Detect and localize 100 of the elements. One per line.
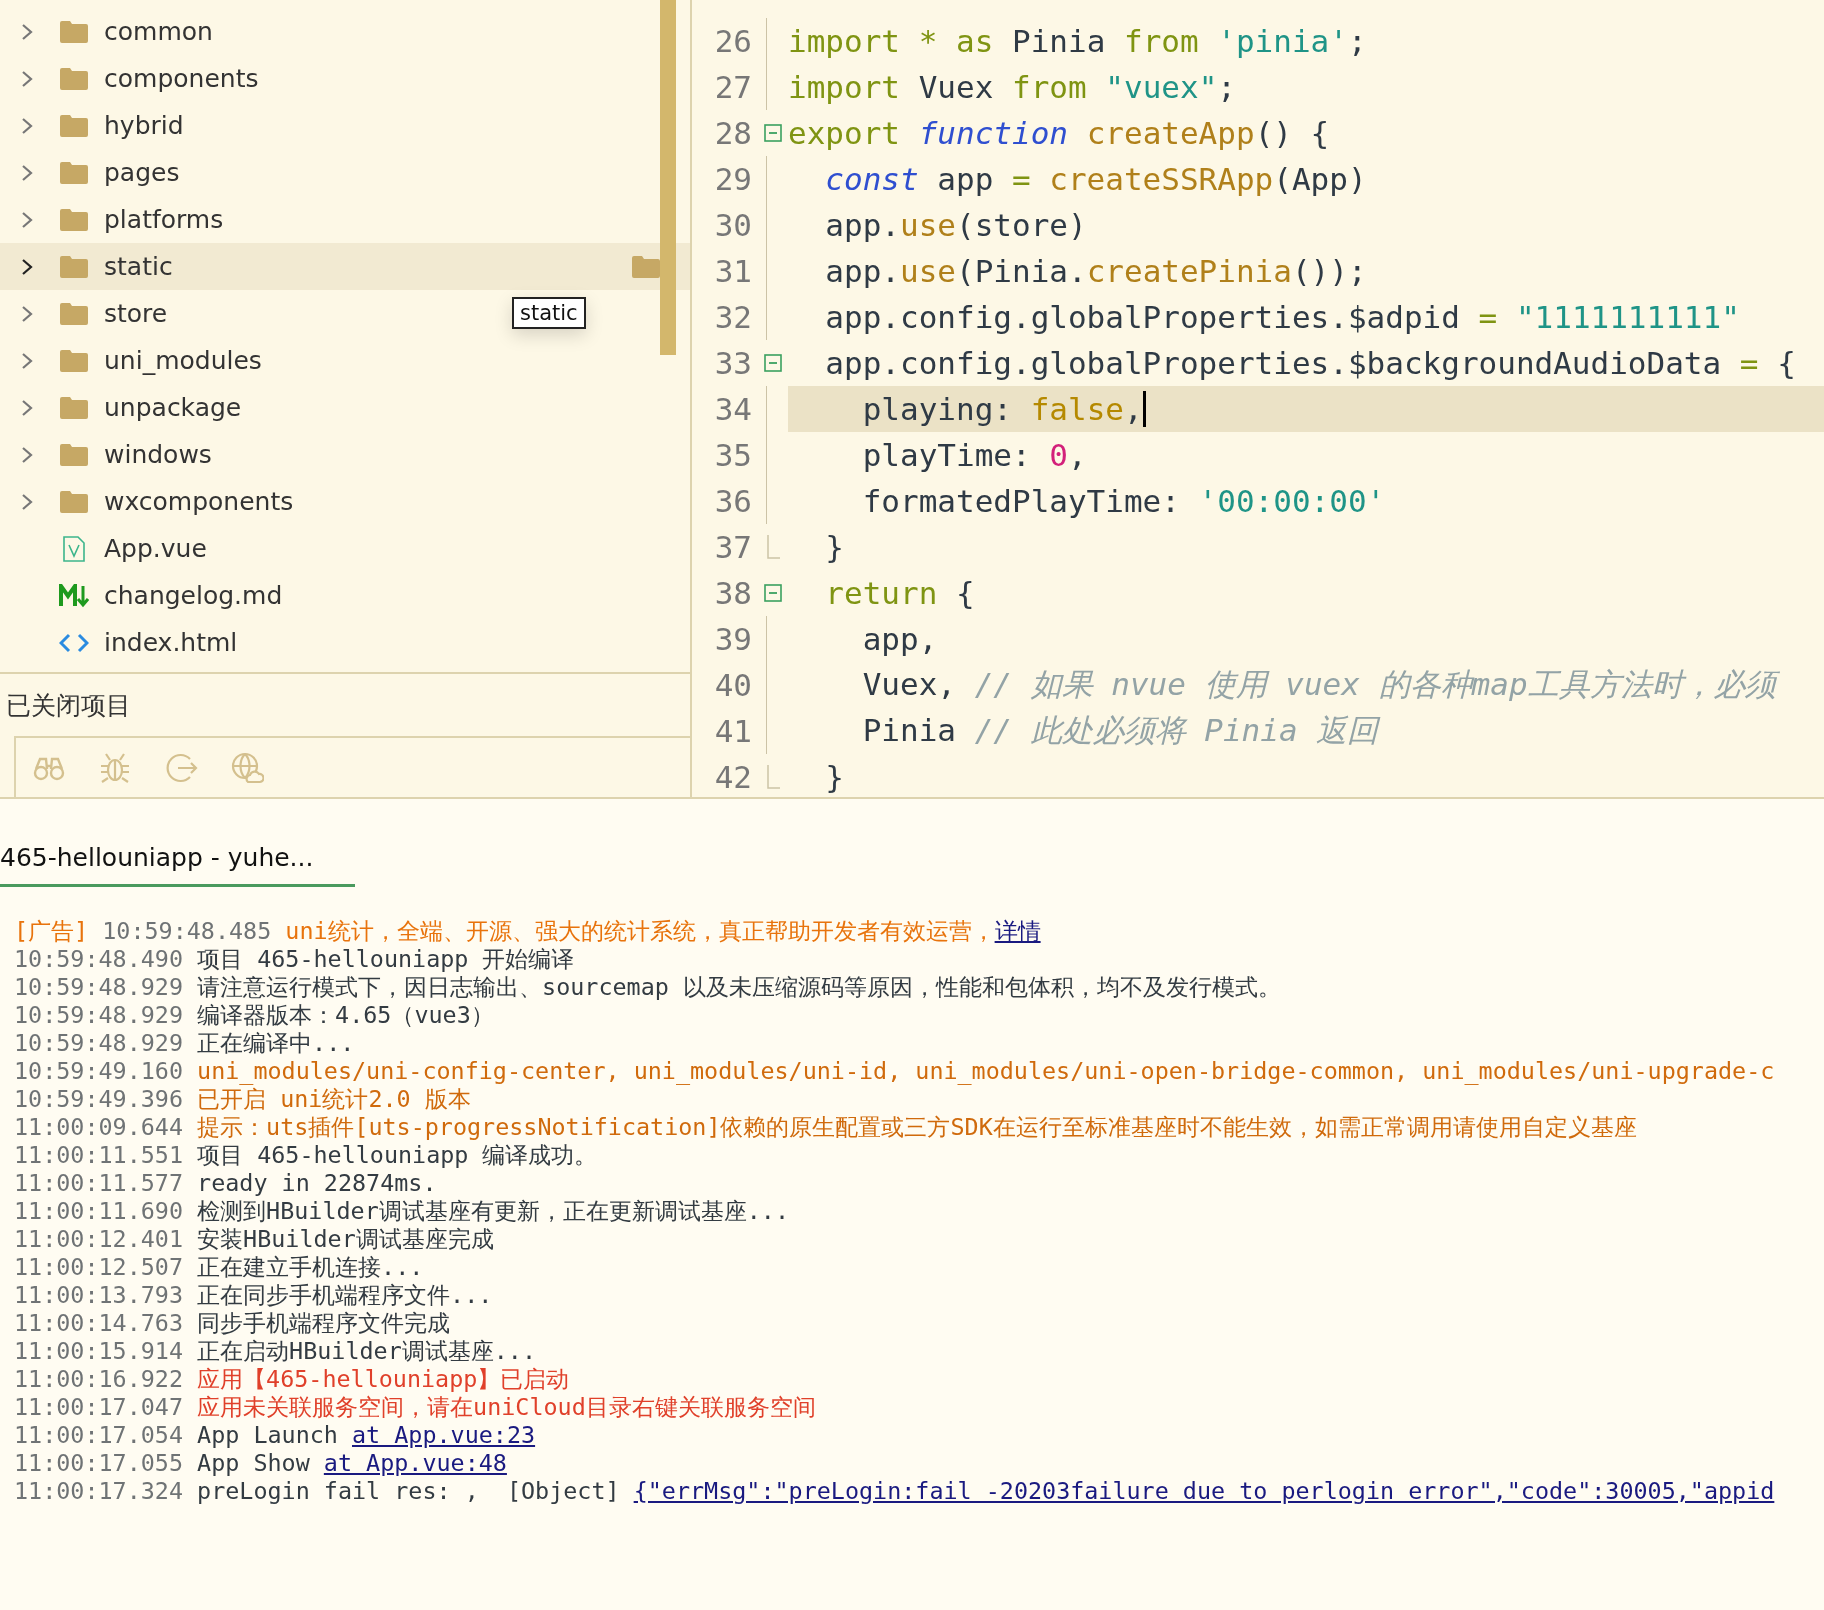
timestamp: 11:00:11.690 xyxy=(14,1197,184,1225)
timestamp: 11:00:17.055 xyxy=(14,1449,184,1477)
timestamp: 11:00:17.324 xyxy=(14,1477,184,1505)
folder-icon xyxy=(60,255,88,278)
text-cursor xyxy=(1142,391,1146,427)
timestamp: 10:59:49.160 xyxy=(14,1057,184,1085)
timestamp: 11:00:11.551 xyxy=(14,1141,184,1169)
link[interactable]: 详情 xyxy=(994,917,1041,945)
line-number: 38 xyxy=(713,575,752,611)
log-message: App Show at App.vue:48 xyxy=(197,1449,507,1477)
code-line: app.use(store) xyxy=(824,207,1087,243)
code-line: app, xyxy=(861,621,938,657)
timestamp: 10:59:48.490 xyxy=(14,945,184,973)
code-line: playing: false, xyxy=(861,391,1143,427)
line-number: 37 xyxy=(713,529,752,565)
folder-icon xyxy=(60,20,88,43)
code-line: playTime: 0, xyxy=(861,437,1087,473)
fold-end-icon xyxy=(767,765,781,789)
ad-tag: [广告] xyxy=(14,917,103,945)
file-tree-item[interactable]: uni_modules xyxy=(0,337,292,384)
code-line: export function createApp() { xyxy=(788,115,1330,151)
log-message: 正在建立手机连接... xyxy=(197,1253,424,1281)
folder-icon xyxy=(60,161,88,184)
file-icon xyxy=(63,535,85,562)
code-line: } xyxy=(824,759,844,795)
timestamp: 11:00:17.047 xyxy=(14,1393,184,1421)
line-number: 28 xyxy=(713,115,752,151)
line-number: 34 xyxy=(713,391,752,427)
timestamp: 11:00:12.401 xyxy=(14,1225,184,1253)
log-message: 同步手机端程序文件完成 xyxy=(197,1309,451,1337)
line-number: 33 xyxy=(713,345,752,381)
line-number: 39 xyxy=(713,621,752,657)
file-tree-item[interactable]: pages xyxy=(0,149,210,196)
file-tree-item[interactable]: store xyxy=(0,290,198,337)
file-tree-item[interactable]: App.vue xyxy=(0,525,237,572)
line-number: 40 xyxy=(713,667,752,703)
code-line: app.config.globalProperties.$adpid = "1111111111" xyxy=(824,299,1740,335)
link[interactable]: at App.vue:23 xyxy=(352,1421,536,1449)
code-line: const app = createSSRApp(App) xyxy=(824,161,1367,197)
folder-icon xyxy=(60,302,88,325)
code-line: import Vuex from "vuex"; xyxy=(788,69,1236,105)
timestamp: 10:59:48.929 xyxy=(14,1001,184,1029)
timestamp: 11:00:17.054 xyxy=(14,1421,184,1449)
code-line: Pinia // 此处必须将 Pinia 返回 xyxy=(861,711,1379,750)
timestamp: 10:59:48.485 xyxy=(102,917,273,945)
folder-icon xyxy=(60,443,88,466)
markdown-icon xyxy=(59,583,89,608)
line-number: 32 xyxy=(713,299,752,335)
timestamp: 11:00:12.507 xyxy=(14,1253,184,1281)
link[interactable]: at App.vue:48 xyxy=(323,1449,507,1477)
log-message: 编译器版本：4.65（vue3） xyxy=(197,1001,494,1029)
code-icon xyxy=(59,632,89,653)
file-tree-item[interactable]: static xyxy=(0,243,690,290)
link[interactable]: {"errMsg":"preLogin:fail -20203failure due to perlogin error","code":30005,"appid xyxy=(633,1477,1775,1505)
file-tree-item[interactable]: platforms xyxy=(0,196,254,243)
line-number: 31 xyxy=(713,253,752,289)
file-tree-item[interactable]: common xyxy=(0,8,243,55)
fold-end-icon xyxy=(767,535,781,559)
timestamp: 11:00:16.922 xyxy=(14,1365,184,1393)
timestamp: 10:59:48.929 xyxy=(14,1029,184,1057)
file-tree-item[interactable]: hybrid xyxy=(0,102,214,149)
folder-icon xyxy=(60,396,88,419)
log-message: 项目 465-hellouniapp 编译成功。 xyxy=(197,1141,598,1169)
log-message: App Launch at App.vue:23 xyxy=(197,1421,536,1449)
timestamp: 11:00:13.793 xyxy=(14,1281,184,1309)
file-tree-item[interactable]: index.html xyxy=(0,619,268,666)
log-message: 应用【465-hellouniapp】已启动 xyxy=(197,1365,570,1393)
tooltip: static xyxy=(512,297,586,329)
collapse-icon[interactable] xyxy=(764,124,782,142)
file-tree-item[interactable]: wxcomponents xyxy=(0,478,324,525)
line-number: 36 xyxy=(713,483,752,519)
file-tree-item[interactable]: unpackage xyxy=(0,384,272,431)
console-tab[interactable]: 465-hellouniapp - yuhe... xyxy=(0,843,355,887)
log-message: 项目 465-hellouniapp 开始编译 xyxy=(197,945,575,973)
log-message: ready in 22874ms. xyxy=(197,1169,437,1197)
folder-icon xyxy=(60,208,88,231)
timestamp: 11:00:11.577 xyxy=(14,1169,184,1197)
file-tree-item[interactable]: windows xyxy=(0,431,242,478)
line-number: 35 xyxy=(713,437,752,473)
folder-icon xyxy=(60,349,88,372)
collapse-icon[interactable] xyxy=(764,584,782,602)
code-line: return { xyxy=(824,575,975,611)
code-line: app.config.globalProperties.$backgroundAudioData = { xyxy=(824,345,1796,381)
collapse-icon[interactable] xyxy=(764,354,782,372)
line-number: 41 xyxy=(713,713,752,749)
scrollbar-thumb[interactable] xyxy=(660,0,676,355)
log-message: 安装HBuilder调试基座完成 xyxy=(197,1225,494,1253)
log-message: uni_modules/uni-config-center, uni_modules/uni-id, uni_modules/uni-open-bridge-common, uni_modules/uni-upgrade-c xyxy=(197,1057,1775,1085)
log-message: preLogin fail res: , [Object] {"errMsg":"preLogin:fail -20203failure due to perlogin error","code":30005,"appid xyxy=(197,1477,1775,1505)
log-message: 提示：uts插件[uts-progressNotification]依赖的原生配置或三方SDK在运行至标准基座时不能生效，如需正常调用请使用自定义基座 xyxy=(197,1113,1637,1141)
log-message: uni统计，全端、开源、强大的统计系统，真正帮助开发者有效运营，详情 xyxy=(285,917,1041,945)
line-number: 29 xyxy=(713,161,752,197)
folder-icon xyxy=(60,490,88,513)
code-line: formatedPlayTime: '00:00:00' xyxy=(861,483,1386,519)
line-number: 30 xyxy=(713,207,752,243)
log-message: 应用未关联服务空间，请在uniCloud目录右键关联服务空间 xyxy=(197,1393,816,1421)
section-header[interactable]: 已关闭项目 xyxy=(6,688,131,722)
log-message: 正在编译中... xyxy=(197,1029,355,1057)
file-tree-item[interactable]: components xyxy=(0,55,289,102)
file-tree-item[interactable]: changelog.md xyxy=(0,572,313,619)
